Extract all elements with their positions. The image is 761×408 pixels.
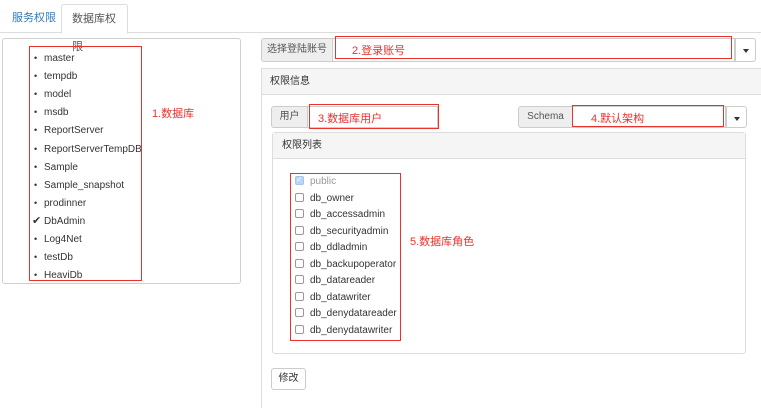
role-list-title: 权限列表: [273, 133, 745, 159]
role-list-highlight: [290, 173, 401, 341]
login-dropdown-toggle[interactable]: [735, 38, 756, 62]
role-annotation: 5.数据库角色: [410, 236, 475, 248]
database-annotation: 1.数据库: [152, 108, 195, 120]
login-account-label: 选择登陆账号: [261, 38, 333, 62]
tab-bar: 服务权限 数据库权限: [0, 0, 761, 53]
modify-button[interactable]: 修改: [271, 368, 306, 390]
database-list-highlight: [29, 46, 142, 281]
schema-label: Schema: [518, 106, 573, 128]
tab-database-permissions[interactable]: 数据库权限: [61, 4, 128, 53]
schema-annotation: 4.默认架构: [591, 113, 645, 125]
user-annotation: 3.数据库用户: [318, 113, 383, 125]
schema-dropdown-toggle[interactable]: [726, 106, 747, 128]
tab-service-permissions[interactable]: 服务权限: [2, 4, 66, 34]
login-annotation: 2.登录账号: [352, 45, 406, 57]
permission-info-title: 权限信息: [262, 69, 761, 95]
user-label: 用户: [271, 106, 308, 128]
